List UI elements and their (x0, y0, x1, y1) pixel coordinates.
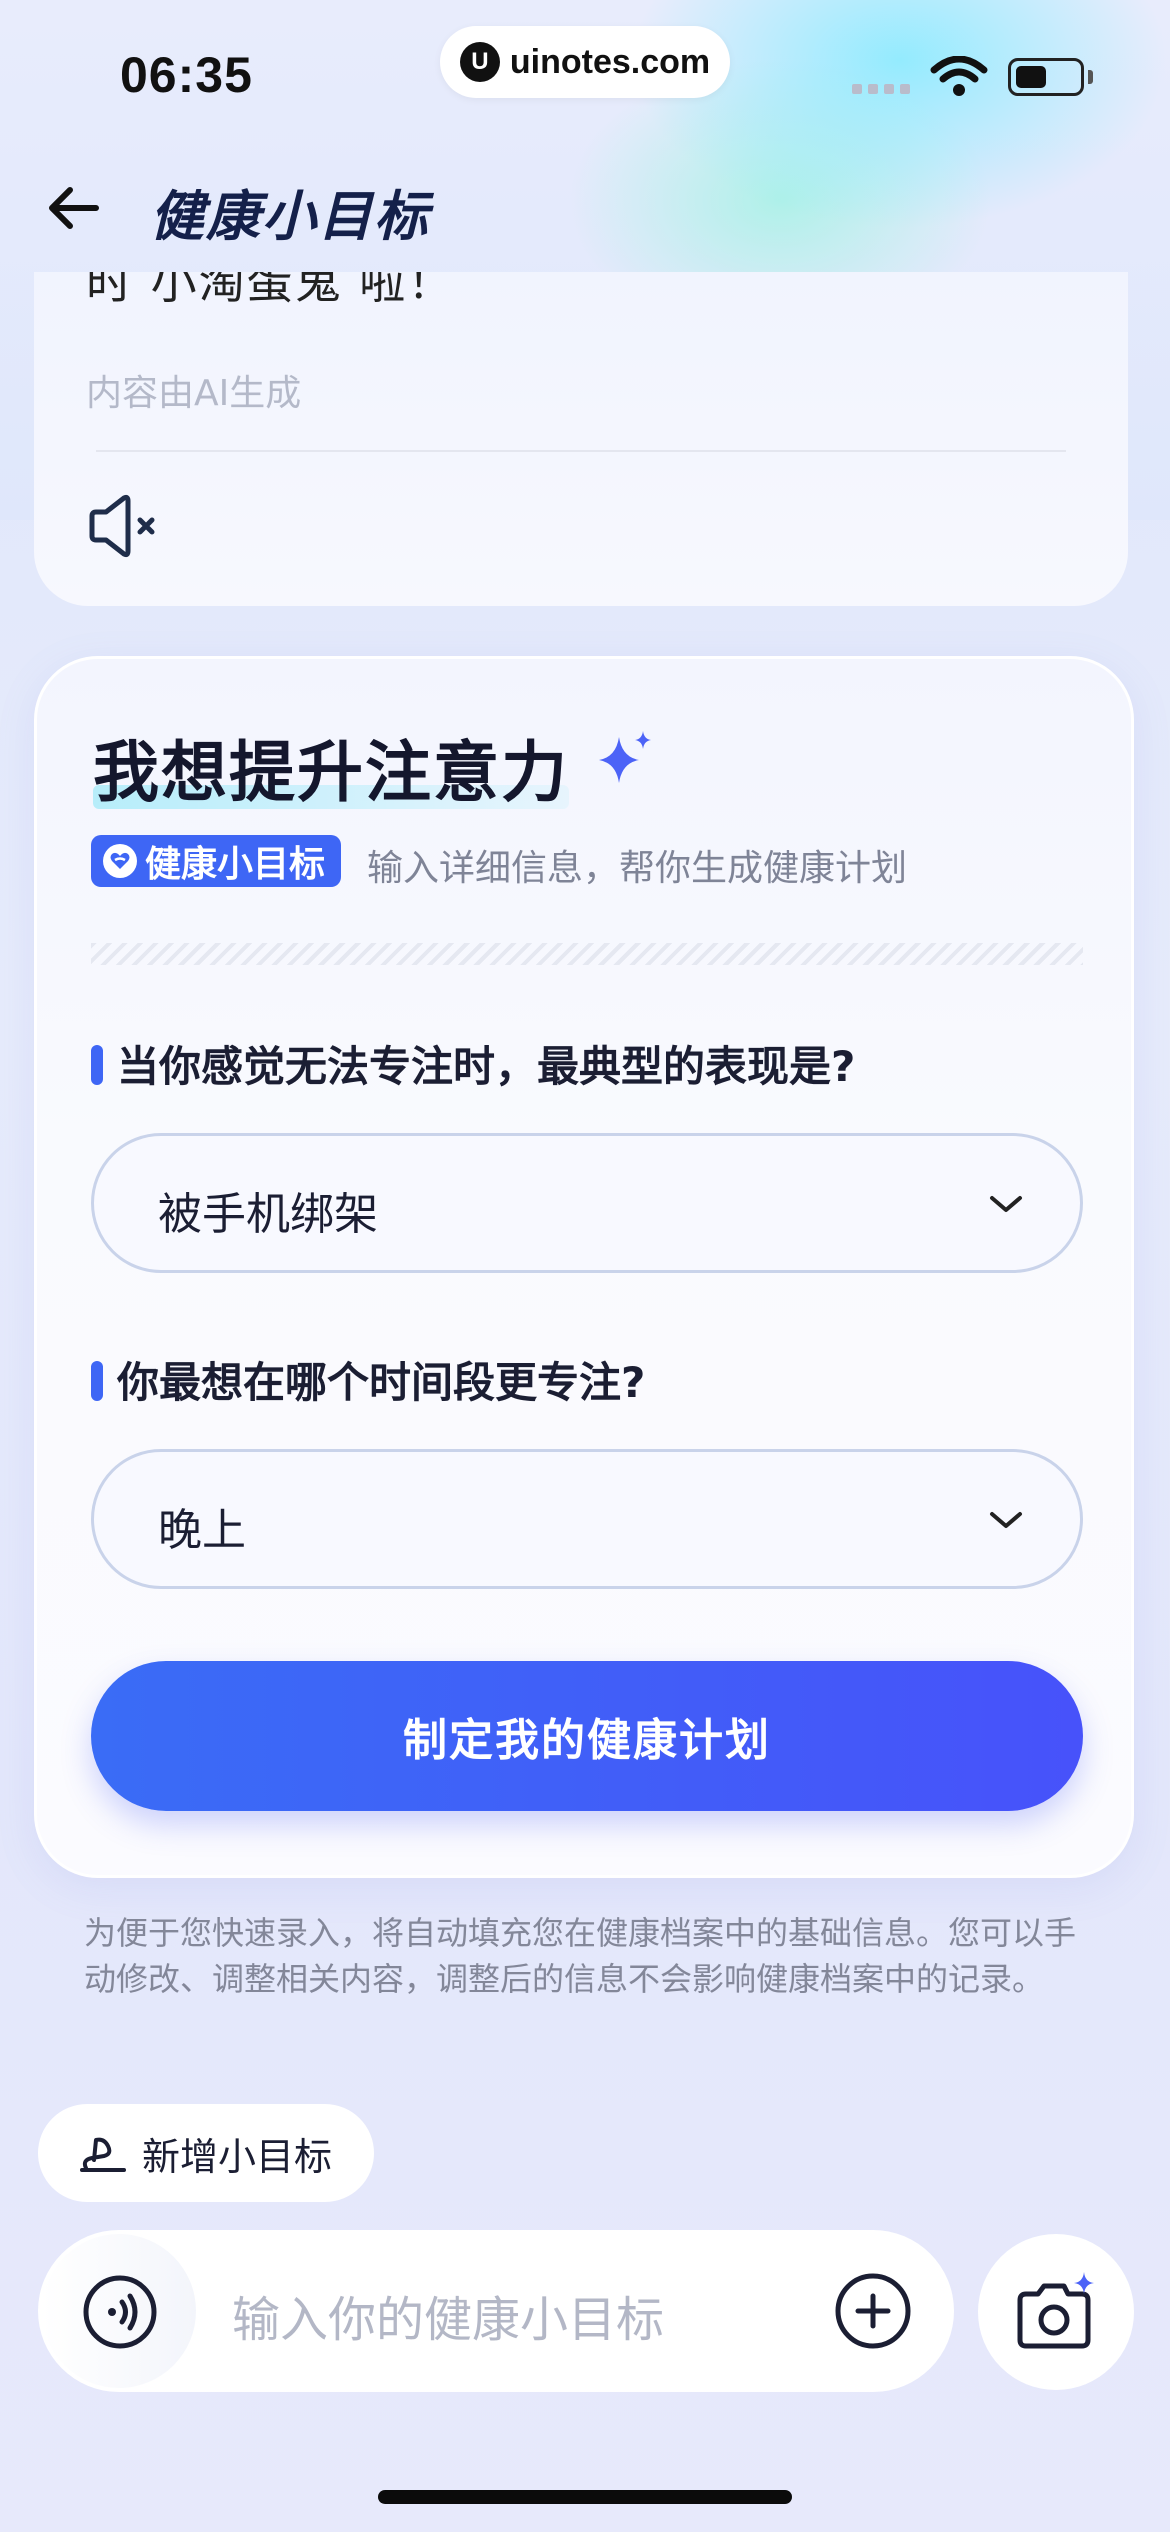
chevron-down-icon (990, 1196, 1022, 1212)
url-pill[interactable]: U uinotes.com (440, 26, 730, 98)
tag-description: 输入详细信息，帮你生成健康计划 (367, 848, 908, 889)
question-2-label: 你最想在哪个时间段更专注? (117, 1358, 646, 1407)
ai-generated-note: 内容由AI生成 (86, 373, 302, 414)
ai-reply-card: 时 小淘蛋鬼 啦！ 内容由AI生成 (34, 272, 1128, 606)
autofill-disclaimer: 为便于您快速录入，将自动填充您在健康档案中的基础信息。您可以手动修改、调整相关内… (84, 1914, 1077, 1998)
wifi-icon (930, 56, 988, 96)
question-1-select[interactable]: 被手机绑架 (91, 1133, 1083, 1273)
divider (96, 450, 1066, 452)
voice-wave-icon (83, 2275, 157, 2349)
tag-label: 健康小目标 (145, 844, 326, 885)
url-text: uinotes.com (509, 42, 711, 81)
goal-flag-icon (80, 2137, 126, 2172)
health-goal-form-card: 我想提升注意力 健康小目标 输入详细信息，帮你生成健康计划 当你感觉无法专注时，… (34, 656, 1134, 1878)
page-title: 健康小目标 (150, 185, 430, 248)
back-arrow-icon[interactable] (44, 178, 104, 238)
question-marker (91, 1045, 103, 1085)
create-plan-button[interactable]: 制定我的健康计划 (91, 1661, 1083, 1811)
status-time: 06:35 (120, 47, 253, 103)
sparkle-icon (599, 731, 651, 783)
speaker-mute-icon[interactable] (84, 486, 174, 566)
cellular-signal-icon (852, 84, 910, 94)
battery-icon (1008, 58, 1084, 96)
goal-title-wrap: 我想提升注意力 (93, 719, 569, 815)
question-2-select[interactable]: 晚上 (91, 1449, 1083, 1589)
goal-title-text: 我想提升注意力 (93, 734, 569, 811)
chevron-down-icon (990, 1512, 1022, 1528)
question-2-value: 晚上 (158, 1505, 246, 1556)
question-1-label: 当你感觉无法专注时，最典型的表现是? (117, 1042, 856, 1091)
site-logo-icon: U (459, 42, 500, 82)
add-goal-button[interactable]: 新增小目标 (38, 2104, 374, 2202)
camera-button[interactable] (978, 2234, 1134, 2390)
goal-title: 我想提升注意力 (93, 719, 569, 815)
ai-camera-icon (1017, 2272, 1094, 2349)
hatched-divider (91, 943, 1083, 965)
health-goal-tag: 健康小目标 (91, 835, 342, 887)
home-indicator (378, 2490, 792, 2504)
plus-circle-icon[interactable] (834, 2272, 912, 2350)
question-1-value: 被手机绑架 (158, 1189, 378, 1240)
chat-input-bar: 输入你的健康小目标 (38, 2230, 954, 2392)
voice-input-button[interactable] (42, 2234, 196, 2388)
chat-input-field[interactable]: 输入你的健康小目标 (232, 2280, 664, 2350)
battery-tip (1088, 70, 1093, 84)
add-goal-label: 新增小目标 (142, 2134, 333, 2179)
heart-logo-icon (103, 844, 137, 878)
question-marker (91, 1361, 103, 1401)
